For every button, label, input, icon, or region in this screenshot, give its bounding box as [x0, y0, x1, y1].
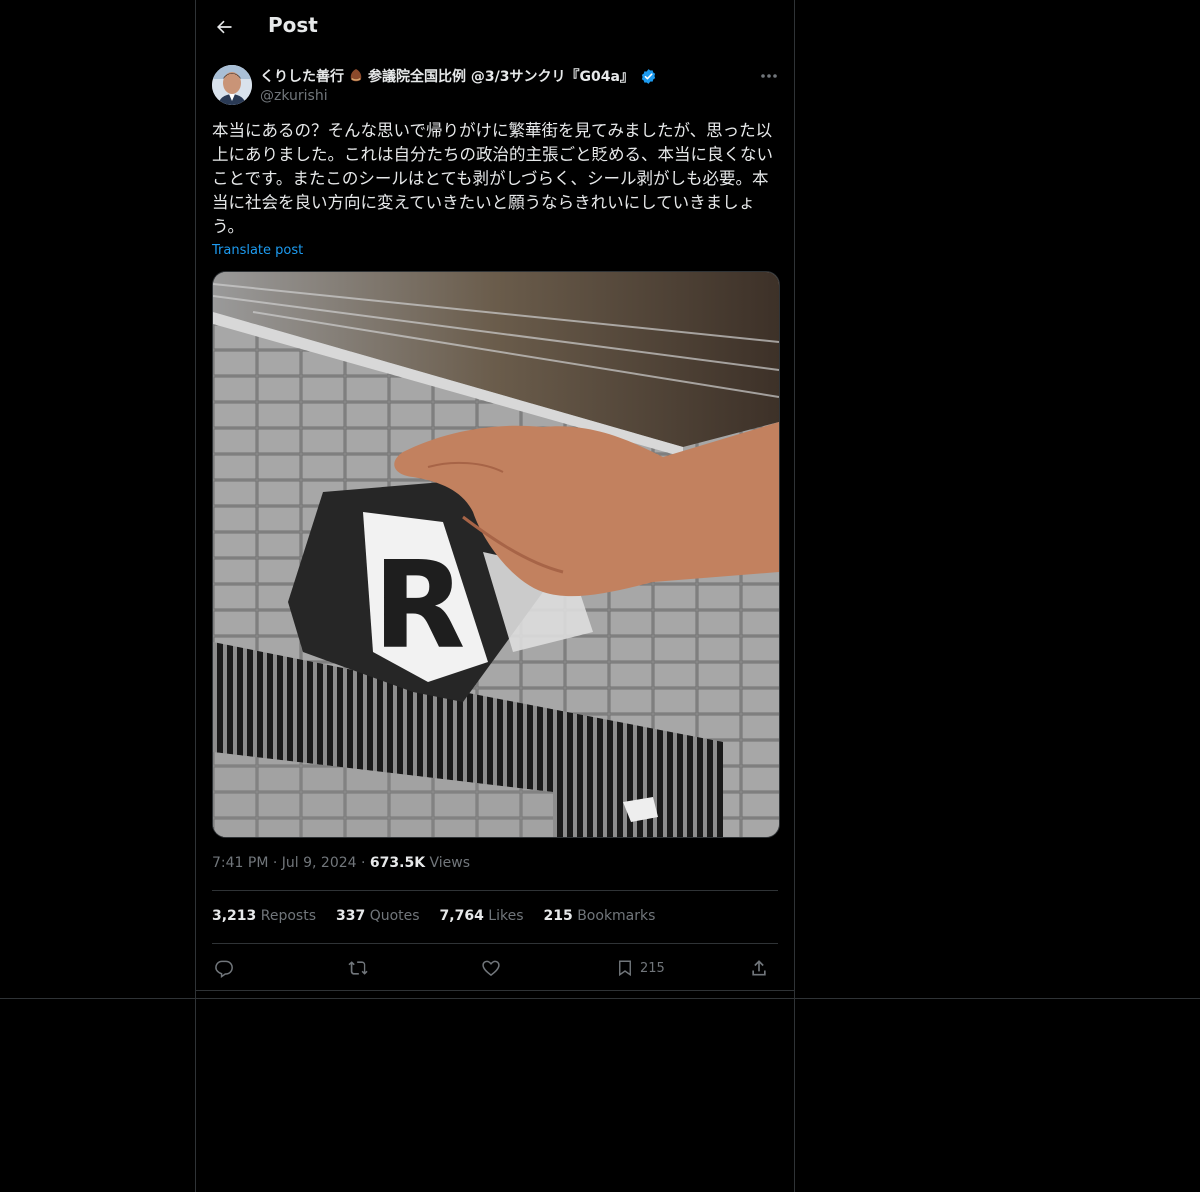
post-text: 本当にあるの？そんな思いで帰りがけに繁華街を見てみましたが、思った以上にありまし… [212, 121, 773, 236]
avatar-image [212, 65, 252, 105]
back-button[interactable] [210, 13, 238, 41]
share-button[interactable] [749, 954, 769, 982]
share-icon [752, 960, 766, 976]
meta-separator: · [361, 855, 366, 871]
top-bar: Post [196, 0, 794, 54]
reposts-label: Reposts [260, 908, 316, 924]
more-options-button[interactable] [758, 67, 780, 85]
like-button[interactable] [481, 954, 501, 982]
bookmarks-label: Bookmarks [577, 908, 656, 924]
bookmark-count: 215 [640, 960, 665, 976]
photo-illustration: R [213, 272, 779, 837]
heart-icon [482, 960, 500, 977]
post-meta: 7:41 PM · Jul 9, 2024 · 673.5K Views [212, 855, 470, 871]
likes-count: 7,764 [439, 908, 484, 924]
bookmark-button[interactable]: 215 [616, 954, 665, 982]
quotes-stat[interactable]: 337 Quotes [336, 908, 420, 924]
primary-column: Post くりした善行 参議院全国比例 @3/3サンクリ『G04a』 @zkur… [195, 0, 795, 1192]
author-name: くりした善行 [260, 69, 344, 85]
divider [212, 943, 778, 944]
meta-separator: · [272, 855, 278, 871]
quotes-count: 337 [336, 908, 366, 924]
column-divider [196, 990, 794, 991]
post-time[interactable]: 7:41 PM [212, 855, 268, 871]
views-count: 673.5K [369, 855, 426, 871]
reply-icon [215, 960, 233, 978]
avatar[interactable] [212, 65, 252, 105]
likes-stat[interactable]: 7,764 Likes [440, 908, 524, 924]
reply-button[interactable] [214, 954, 234, 982]
bookmark-icon [619, 960, 631, 977]
page-title: Post [268, 13, 318, 37]
author-display-name[interactable]: くりした善行 参議院全国比例 @3/3サンクリ『G04a』 [260, 66, 657, 86]
action-bar: 215 [212, 954, 778, 982]
more-horizontal-icon [761, 74, 777, 78]
reposts-count: 3,213 [212, 908, 257, 924]
verified-badge-icon [641, 68, 656, 84]
likes-label: Likes [488, 908, 524, 924]
bookmarks-count: 215 [543, 908, 573, 924]
reposts-stat[interactable]: 3,213 Reposts [212, 908, 316, 924]
author-name-suffix: 参議院全国比例 @3/3サンクリ『G04a』 [368, 69, 634, 85]
views-label: Views [429, 855, 471, 871]
bookmarks-stat[interactable]: 215 Bookmarks [544, 908, 656, 924]
post-date[interactable]: Jul 9, 2024 [282, 855, 357, 871]
arrow-left-icon [217, 20, 232, 34]
quotes-label: Quotes [369, 908, 420, 924]
chestnut-emoji-icon [350, 69, 362, 82]
repost-button[interactable] [347, 954, 369, 982]
divider [212, 890, 778, 891]
translate-post-link[interactable]: Translate post [212, 243, 303, 258]
post-photo[interactable]: R [212, 271, 780, 838]
author-handle[interactable]: @zkurishi [260, 88, 328, 104]
repost-icon [348, 961, 368, 975]
engagement-stats: 3,213 Reposts 337 Quotes 7,764 Likes 215… [212, 908, 655, 924]
svg-text:R: R [373, 537, 465, 676]
